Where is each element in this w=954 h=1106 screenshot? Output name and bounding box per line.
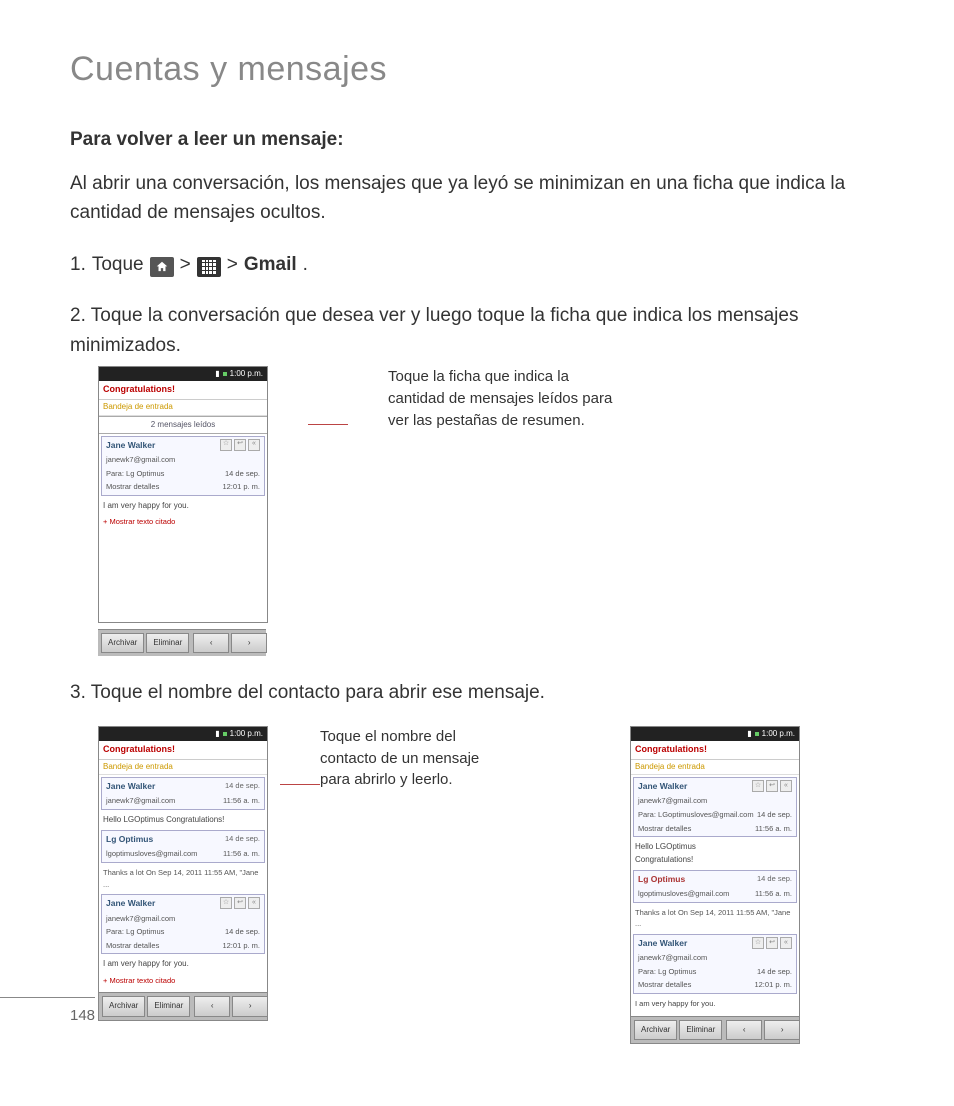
status-bar: ▮ 1:00 p.m. — [99, 367, 267, 381]
step-3: 3. Toque el nombre del contacto para abr… — [70, 678, 884, 1044]
callout-line-1 — [308, 424, 348, 425]
archive-button[interactable]: Archivar — [634, 1020, 677, 1040]
step-1-num: 1. — [70, 250, 86, 279]
inbox-label: Bandeja de entrada — [99, 760, 267, 775]
para-name: Lg Optimus — [126, 469, 164, 478]
screenshot-step3-left: ▮1:00 p.m. Congratulations! Bandeja de e… — [98, 726, 268, 1021]
body-happy3: I am very happy for you. — [631, 996, 799, 1012]
step-1-dot: . — [303, 250, 308, 279]
callout-line-2 — [280, 784, 320, 1021]
step-1-lead: Toque — [92, 250, 144, 279]
body-thanks: Thanks a lot On Sep 14, 2011 11:55 AM, "… — [631, 905, 799, 932]
inbox-label: Bandeja de entrada — [631, 760, 799, 775]
body-hello2: Hello LGOptimus Congratulations! — [631, 839, 799, 868]
screenshot-step2: ▮ 1:00 p.m. Congratulations! Bandeja de … — [98, 366, 268, 623]
section-heading: Para volver a leer un mensaje: — [70, 129, 884, 151]
mail-subject: Congratulations! — [99, 741, 267, 760]
next-button[interactable]: › — [764, 1020, 800, 1040]
mail-subject: Congratulations! — [99, 381, 267, 400]
page-title: Cuentas y mensajes — [70, 50, 884, 89]
reply-icon[interactable]: ↩ — [234, 439, 246, 451]
step-1-sep1: > — [180, 250, 191, 279]
delete-button[interactable]: Eliminar — [147, 996, 190, 1016]
step-2-text: Toque la conversación que desea ver y lu… — [70, 305, 798, 355]
contact-jane-row[interactable]: Jane Walker14 de sep. janewk7@gmail.com1… — [101, 777, 265, 810]
prev-button[interactable]: ‹ — [726, 1020, 762, 1040]
inbox-label: Bandeja de entrada — [99, 400, 267, 415]
para-label: Para: — [106, 469, 124, 478]
next-button[interactable]: › — [231, 633, 267, 653]
section-intro: Al abrir una conversación, los mensajes … — [70, 169, 884, 228]
home-icon — [150, 257, 174, 277]
step-1-gmail: Gmail — [244, 250, 297, 279]
message-body-happy: I am very happy for you. — [99, 498, 267, 514]
step-3-num: 3. — [70, 682, 86, 703]
callout-text-1: Toque la ficha que indica la cantidad de… — [388, 366, 628, 431]
show-quoted[interactable]: + Mostrar texto citado — [99, 514, 267, 530]
step-3-text: Toque el nombre del contacto para abrir … — [91, 682, 545, 703]
mail-subject: Congratulations! — [631, 741, 799, 760]
sender-name: Jane Walker — [106, 439, 155, 452]
sender-email: janewk7@gmail.com — [106, 455, 175, 464]
msg-date: 14 de sep. — [225, 468, 260, 480]
delete-button[interactable]: Eliminar — [146, 633, 189, 653]
contact-lg-row[interactable]: Lg Optimus14 de sep. lgoptimusloves@gmai… — [101, 830, 265, 863]
body-hello: Hello LGOptimus Congratulations! — [99, 812, 267, 828]
body-happy2: I am very happy for you. — [99, 956, 267, 972]
body-thanks: Thanks a lot On Sep 14, 2011 11:55 AM, "… — [99, 865, 267, 892]
screenshot-step3-right: ▮1:00 p.m. Congratulations! Bandeja de e… — [630, 726, 800, 1044]
next-button[interactable]: › — [232, 996, 268, 1016]
show-details[interactable]: Mostrar detalles — [106, 482, 159, 491]
page-number-rule — [0, 997, 95, 998]
show-quoted2[interactable]: + Mostrar texto citado — [99, 973, 267, 989]
footer-buttons: Archivar Eliminar ‹ › — [98, 629, 266, 656]
callout-text-2: Toque el nombre del contacto de un mensa… — [320, 726, 490, 1021]
contact-jane-row2[interactable]: Jane Walker☆↩« janewk7@gmail.com Para: L… — [101, 894, 265, 954]
archive-button[interactable]: Archivar — [101, 633, 144, 653]
prev-button[interactable]: ‹ — [193, 633, 229, 653]
step-1-sep2: > — [227, 250, 238, 279]
contact-jane-open[interactable]: Jane Walker☆↩« janewk7@gmail.com Para: L… — [633, 777, 797, 837]
msg-time: 12:01 p. m. — [222, 481, 260, 493]
star-icon[interactable]: ☆ — [220, 439, 232, 451]
step-2: 2. Toque la conversación que desea ver y… — [70, 301, 884, 656]
step-2-num: 2. — [70, 305, 86, 326]
archive-button[interactable]: Archivar — [102, 996, 145, 1016]
contact-jane-row3[interactable]: Jane Walker☆↩« janewk7@gmail.com Para: L… — [633, 934, 797, 994]
message-block-jane[interactable]: Jane Walker ☆ ↩ « janewk7@gmail.com Para… — [101, 436, 265, 496]
read-messages-tab[interactable]: 2 mensajes leídos — [99, 416, 267, 434]
delete-button[interactable]: Eliminar — [679, 1020, 722, 1040]
reply-all-icon[interactable]: « — [248, 439, 260, 451]
apps-icon — [197, 257, 221, 277]
page-number: 148 — [70, 1007, 95, 1024]
step-1: 1. Toque > > Gmail. — [70, 250, 884, 279]
prev-button[interactable]: ‹ — [194, 996, 230, 1016]
signal-icon: ▮ — [215, 368, 219, 380]
battery-icon — [223, 372, 227, 376]
contact-lg-row[interactable]: Lg Optimus14 de sep. lgoptimusloves@gmai… — [633, 870, 797, 903]
status-time: 1:00 p.m. — [230, 368, 263, 380]
